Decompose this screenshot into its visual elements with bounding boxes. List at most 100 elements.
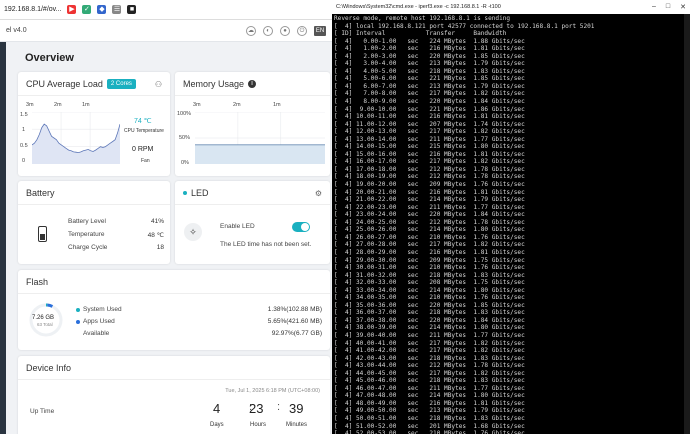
console-line: [ 4] local 192.168.8.121 port 42577 conn…: [334, 22, 595, 30]
console-line: [ 4] 16.00-17.00 sec 217 MBytes 1.82 Gbi…: [334, 158, 525, 166]
cpu-temperature: 74 ℃: [134, 118, 152, 125]
gear-icon[interactable]: ⚙: [315, 189, 322, 198]
memory-chart: [195, 112, 325, 164]
console-line: [ 4] 22.00-23.00 sec 211 MBytes 1.77 Gbi…: [334, 203, 525, 211]
maximize-icon[interactable]: □: [666, 3, 670, 11]
console-line: [ 4] 29.00-30.00 sec 209 MBytes 1.75 Gbi…: [334, 256, 525, 264]
console-line: [ 4] 26.00-27.00 sec 210 MBytes 1.76 Gbi…: [334, 233, 525, 241]
available-value: 92.97%(6.77 GB): [271, 330, 322, 337]
console-line: [ 4] 23.00-24.00 sec 220 MBytes 1.84 Gbi…: [334, 211, 525, 219]
console-line: [ 4] 9.00-10.00 sec 221 MBytes 1.86 Gbit…: [334, 105, 525, 113]
console-line: [ 4] 49.00-50.00 sec 213 MBytes 1.79 Gbi…: [334, 407, 525, 415]
console-line: [ 4] 44.00-45.00 sec 217 MBytes 1.82 Gbi…: [334, 369, 525, 377]
console-line: [ 4] 50.00-51.00 sec 218 MBytes 1.83 Gbi…: [334, 414, 525, 422]
user-icon[interactable]: ●: [280, 25, 290, 36]
console-line: [ 4] 40.00-41.00 sec 217 MBytes 1.82 Gbi…: [334, 339, 525, 347]
device-datetime: Tue, Jul 1, 2025 6:18 PM (UTC+08:00): [225, 388, 320, 394]
battery-level-value: 41%: [150, 218, 164, 225]
console-line: [ 4] 18.00-19.00 sec 212 MBytes 1.78 Gbi…: [334, 173, 525, 181]
router-brand: el v4.0: [6, 27, 27, 34]
y-tick: 50%: [179, 135, 191, 141]
x-tick: 3m: [26, 102, 34, 108]
battery-title: Battery: [26, 188, 55, 198]
console-line: [ 4] 24.00-25.00 sec 212 MBytes 1.78 Gbi…: [334, 218, 525, 226]
led-note: The LED time has not been set.: [220, 241, 312, 248]
console-line: [ 4] 39.00-40.00 sec 211 MBytes 1.77 Gbi…: [334, 331, 525, 339]
screen: 192.168.8.1/#/ov... ▶ ✓ ◆ ☰ ■ el v4.0 ☁ …: [0, 0, 690, 434]
browser-window: 192.168.8.1/#/ov... ▶ ✓ ◆ ☰ ■ el v4.0 ☁ …: [0, 0, 332, 434]
console-line: [ 4] 8.00-9.00 sec 220 MBytes 1.84 Gbits…: [334, 98, 525, 106]
console-line: [ 4] 47.00-48.00 sec 214 MBytes 1.80 Gbi…: [334, 392, 525, 400]
page-title: Overview: [25, 52, 74, 64]
console-line: [ 4] 51.00-52.00 sec 201 MBytes 1.68 Gbi…: [334, 422, 525, 430]
console-line: [ 4] 35.00-36.00 sec 220 MBytes 1.85 Gbi…: [334, 301, 525, 309]
cloud-icon[interactable]: ☁: [246, 25, 256, 36]
browser-toolbar: 192.168.8.1/#/ov... ▶ ✓ ◆ ☰ ■: [0, 0, 332, 20]
console-line: [ 4] 5.00-6.00 sec 221 MBytes 1.85 Gbits…: [334, 75, 525, 83]
enable-led-toggle[interactable]: [292, 222, 310, 232]
console-line: [ 4] 7.00-8.00 sec 217 MBytes 1.82 Gbits…: [334, 90, 525, 98]
console-line: [ 4] 0.00-1.00 sec 224 MBytes 1.88 Gbits…: [334, 37, 525, 45]
apps-used-value: 5.65%(421.60 MB): [267, 318, 322, 325]
x-tick: 1m: [82, 102, 90, 108]
memory-card: Memory Usage i 3m 2m 1m 100% 50% 0%: [175, 72, 330, 176]
console-line: [ 4] 38.00-39.00 sec 214 MBytes 1.80 Gbi…: [334, 324, 525, 332]
x-tick: 2m: [54, 102, 62, 108]
console-line: [ 4] 28.00-29.00 sec 216 MBytes 1.81 Gbi…: [334, 248, 525, 256]
bulb-icon: ✧: [184, 223, 202, 241]
power-icon[interactable]: ⏻: [297, 25, 307, 36]
console-line: [ 4] 45.00-46.00 sec 218 MBytes 1.83 Gbi…: [334, 377, 525, 385]
console-title: C:\Windows\System32\cmd.exe - iperf3.exe…: [336, 4, 501, 10]
uptime-days: 4: [213, 401, 221, 416]
led-card: LED ⚙ ✧ Enable LED The LED time has not …: [175, 181, 330, 264]
extension-icon[interactable]: ◆: [97, 5, 107, 14]
flash-sub: 63 Total: [37, 322, 53, 327]
system-used-label: System Used: [83, 306, 122, 313]
console-line: [ 4] 48.00-49.00 sec 216 MBytes 1.81 Gbi…: [334, 399, 525, 407]
y-tick: 1.5: [20, 112, 28, 118]
charge-cycle-value: 18: [156, 244, 164, 251]
console-scrollbar[interactable]: [684, 14, 690, 434]
group-icon[interactable]: ⚇: [155, 80, 162, 89]
fan-label: Fan: [141, 158, 150, 164]
console-line: [ 4] 27.00-28.00 sec 217 MBytes 1.82 Gbi…: [334, 241, 525, 249]
console-line: [ 4] 14.00-15.00 sec 215 MBytes 1.80 Gbi…: [334, 143, 525, 151]
extension-icon[interactable]: ▶: [67, 5, 77, 14]
y-tick: 0: [22, 158, 26, 164]
cpu-chart: [32, 112, 120, 164]
extension-icon[interactable]: ☰: [112, 5, 122, 14]
console-line: [ 4] 20.00-21.00 sec 216 MBytes 1.81 Gbi…: [334, 188, 525, 196]
main-content: Overview CPU Average Load 2 Cores ⚇ 3m 2…: [12, 42, 330, 434]
address-bar[interactable]: 192.168.8.1/#/ov...: [4, 6, 61, 13]
close-icon[interactable]: ✕: [680, 3, 686, 11]
console-output: Reverse mode, remote host 192.168.8.1 is…: [332, 14, 690, 434]
cpu-card: CPU Average Load 2 Cores ⚇ 3m 2m 1m 1.5 …: [18, 72, 170, 176]
console-line: [ 4] 19.00-20.00 sec 209 MBytes 1.76 Gbi…: [334, 181, 525, 189]
device-info-title: Device Info: [26, 363, 72, 373]
info-icon[interactable]: i: [248, 80, 257, 88]
language-button[interactable]: EN: [314, 25, 326, 36]
console-line: [ 4] 4.00-5.00 sec 218 MBytes 1.83 Gbits…: [334, 67, 525, 75]
memory-title: Memory Usage: [183, 79, 245, 89]
memory-area: [195, 144, 325, 164]
console-line: [ 4] 52.00-53.00 sec 210 MBytes 1.76 Gbi…: [334, 430, 525, 434]
battery-temperature-value: 48 ℃: [147, 232, 164, 239]
console-line: [ 4] 25.00-26.00 sec 214 MBytes 1.80 Gbi…: [334, 226, 525, 234]
minimize-icon[interactable]: –: [652, 3, 656, 11]
console-titlebar: C:\Windows\System32\cmd.exe - iperf3.exe…: [332, 0, 690, 14]
console-line: Reverse mode, remote host 192.168.8.1 is…: [334, 15, 511, 22]
cpu-title: CPU Average Load: [26, 79, 103, 89]
charge-cycle-label: Charge Cycle: [68, 244, 108, 251]
console-line: [ 4] 3.00-4.00 sec 213 MBytes 1.79 Gbits…: [334, 60, 525, 68]
cores-badge[interactable]: 2 Cores: [106, 79, 136, 89]
enable-led-label: Enable LED: [220, 223, 255, 230]
x-tick: 3m: [193, 102, 201, 108]
moon-icon[interactable]: ◐: [263, 25, 273, 36]
flash-title: Flash: [26, 277, 49, 287]
extension-icon[interactable]: ■: [127, 5, 137, 14]
console-line: [ 4] 17.00-18.00 sec 212 MBytes 1.78 Gbi…: [334, 165, 525, 173]
extension-icon[interactable]: ✓: [82, 5, 92, 14]
console-line: [ 4] 36.00-37.00 sec 218 MBytes 1.83 Gbi…: [334, 309, 525, 317]
battery-card: Battery Battery Level 41% Temperature 48…: [18, 181, 170, 264]
days-label: Days: [210, 422, 224, 428]
